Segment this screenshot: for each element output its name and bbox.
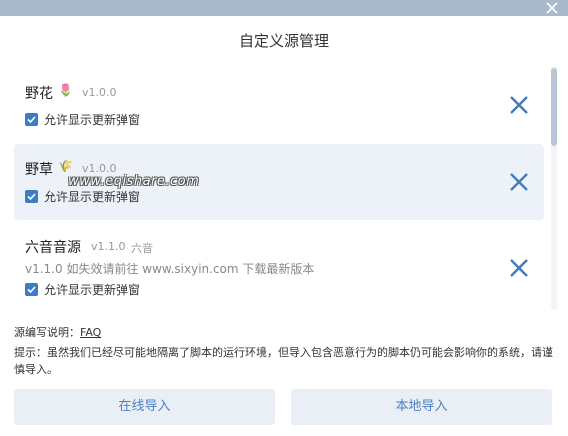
checkmark-icon <box>27 192 36 200</box>
tulip-icon: 🌷 <box>58 83 73 97</box>
help-line: 源编写说明：FAQ <box>14 324 101 340</box>
source-item-liuyin: 六音音源 v1.1.0 六音 v1.1.0 如失效请前往 www.sixyin.… <box>14 222 544 310</box>
source-name: 野花 <box>25 86 53 102</box>
close-dialog-button[interactable] <box>544 0 560 16</box>
source-author: 六音 <box>131 242 153 255</box>
update-popup-toggle[interactable]: 允许显示更新弹窗 <box>25 189 141 204</box>
online-import-button[interactable]: 在线导入 <box>14 389 275 425</box>
notice-text: 提示：虽然我们已经尽可能地隔离了脚本的运行环境，但导入包含恶意行为的脚本仍可能会… <box>14 346 553 376</box>
source-version: v1.0.0 <box>82 86 117 99</box>
faq-link[interactable]: FAQ <box>80 326 101 339</box>
close-icon <box>510 259 528 277</box>
checkbox-label: 允许显示更新弹窗 <box>44 282 141 297</box>
title-bar <box>0 0 568 16</box>
close-icon <box>546 2 558 14</box>
source-name: 六音音源 <box>25 240 81 256</box>
checkbox-label: 允许显示更新弹窗 <box>44 112 141 127</box>
checkbox[interactable] <box>25 282 38 296</box>
source-version: v1.1.0 <box>91 240 126 253</box>
source-item-yehua: 野花 🌷 v1.0.0 允许显示更新弹窗 <box>14 66 544 142</box>
update-popup-toggle[interactable]: 允许显示更新弹窗 <box>25 112 141 127</box>
checkbox[interactable] <box>25 189 38 203</box>
help-label: 源编写说明： <box>14 326 80 339</box>
update-popup-toggle[interactable]: 允许显示更新弹窗 <box>25 282 141 297</box>
close-icon <box>510 173 528 191</box>
checkbox-label: 允许显示更新弹窗 <box>44 189 141 204</box>
checkbox[interactable] <box>25 112 38 126</box>
remove-source-button[interactable] <box>508 257 530 279</box>
local-import-button[interactable]: 本地导入 <box>291 389 552 425</box>
grass-icon: 🌾 <box>58 159 73 173</box>
source-name: 野草 <box>25 162 53 178</box>
scrollbar-thumb[interactable] <box>551 68 557 146</box>
source-description: v1.1.0 如失效请前往 www.sixyin.com 下载最新版本 <box>25 262 315 276</box>
checkmark-icon <box>27 115 36 123</box>
remove-source-button[interactable] <box>508 171 530 193</box>
dialog-title: 自定义源管理 <box>238 32 329 50</box>
watermark: www.eqishare.com <box>68 174 200 189</box>
remove-source-button[interactable] <box>508 94 530 116</box>
checkmark-icon <box>27 285 36 293</box>
close-icon <box>510 96 528 114</box>
